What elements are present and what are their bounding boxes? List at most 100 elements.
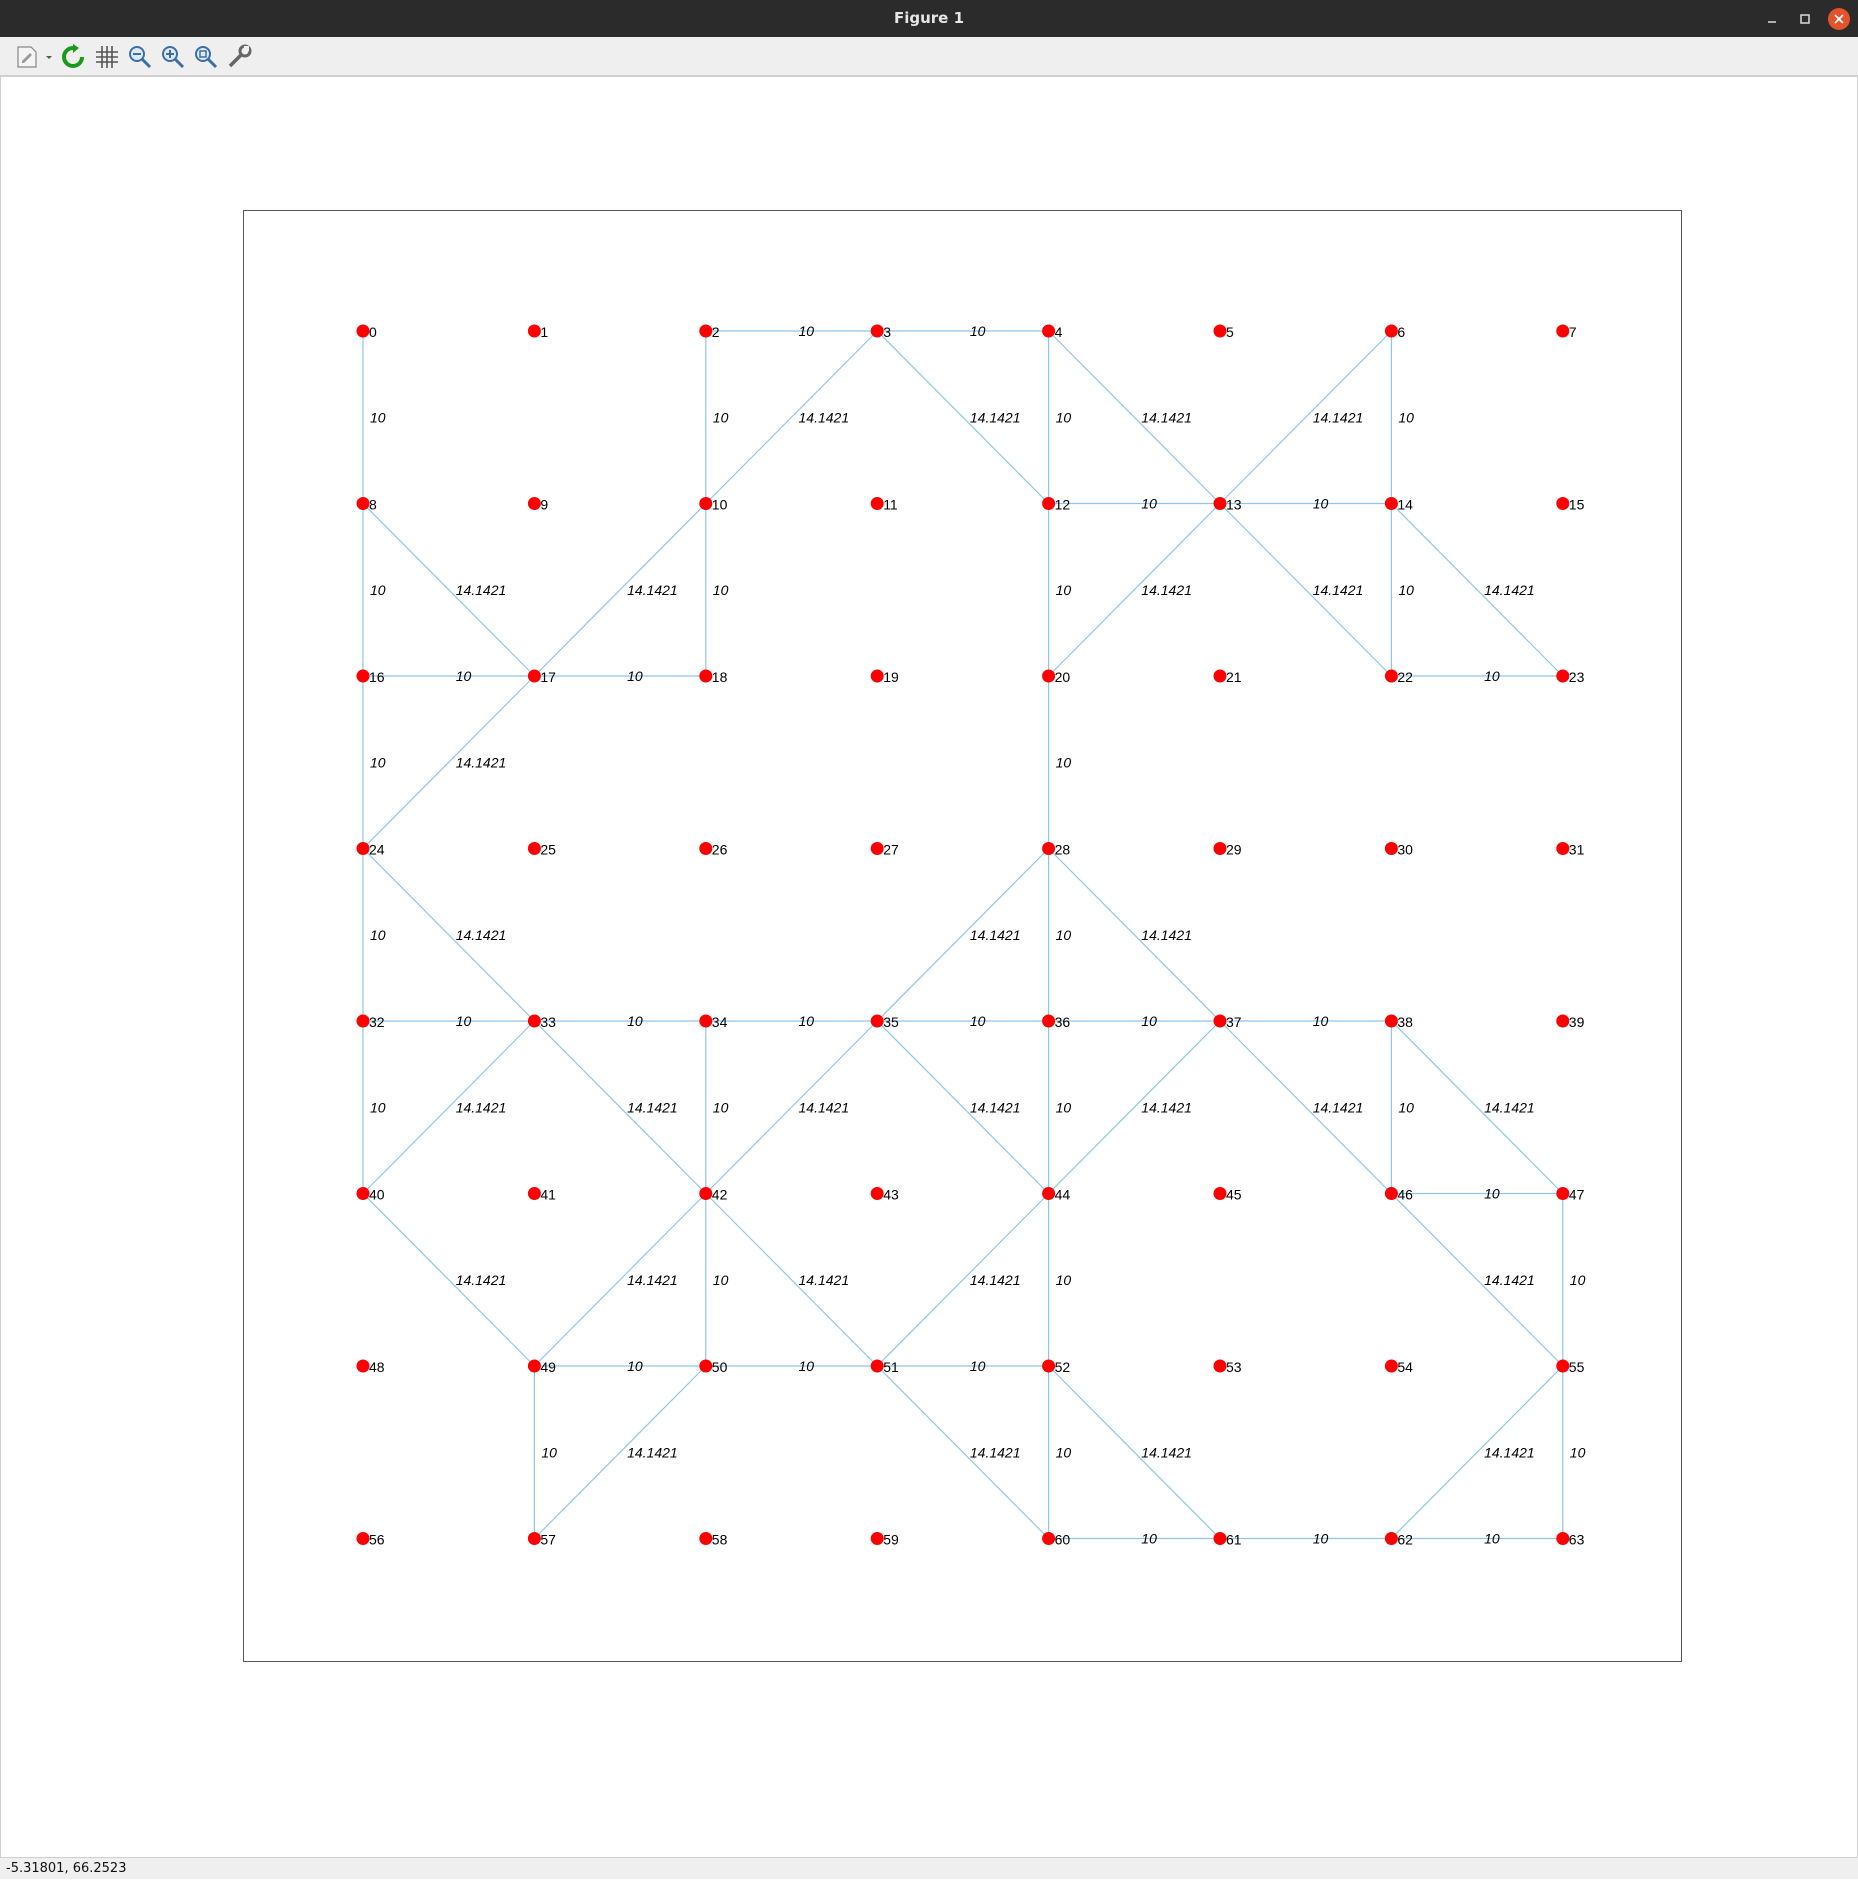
edge-weight-label: 14.1421 — [627, 1444, 678, 1460]
node-label: 13 — [1226, 497, 1242, 513]
node-31 — [1556, 842, 1570, 855]
refresh-button[interactable] — [60, 44, 86, 70]
node-label: 5 — [1226, 324, 1234, 340]
node-label: 46 — [1397, 1187, 1413, 1203]
node-label: 26 — [712, 842, 728, 858]
node-18 — [699, 669, 713, 683]
node-label: 56 — [369, 1532, 385, 1548]
edge-weight-label: 10 — [627, 668, 643, 684]
edge-weight-label: 14.1421 — [1484, 582, 1535, 598]
node-label: 45 — [1226, 1187, 1242, 1203]
node-35 — [870, 1014, 884, 1028]
node-label: 3 — [883, 324, 891, 340]
edge-weight-label: 10 — [370, 409, 386, 425]
settings-button[interactable] — [226, 44, 252, 70]
new-figure-button[interactable] — [14, 44, 54, 70]
edge-weight-label: 10 — [1141, 1013, 1157, 1029]
node-label: 44 — [1055, 1187, 1071, 1203]
edge-weight-label: 10 — [1570, 1272, 1586, 1288]
zoom-out-icon — [129, 46, 152, 69]
edge-weight-label: 10 — [1056, 1272, 1072, 1288]
edge-weight-label: 14.1421 — [456, 1272, 507, 1288]
edge-weight-label: 10 — [627, 1358, 643, 1374]
toolbar — [0, 37, 1858, 77]
edge-weight-label: 10 — [1313, 1531, 1329, 1547]
node-label: 52 — [1055, 1359, 1071, 1375]
node-label: 17 — [540, 669, 556, 685]
node-label: 49 — [540, 1359, 556, 1375]
node-53 — [1213, 1359, 1227, 1373]
node-2 — [699, 324, 713, 338]
node-26 — [699, 842, 713, 855]
edge-weight-label: 14.1421 — [456, 1099, 507, 1115]
edge-weight-label: 10 — [970, 323, 986, 339]
node-41 — [527, 1187, 541, 1200]
node-label: 38 — [1397, 1014, 1413, 1030]
node-59 — [870, 1532, 884, 1545]
node-label: 33 — [540, 1014, 556, 1030]
node-label: 31 — [1569, 842, 1585, 858]
graph-plot[interactable]: 10 1010 10 14.1421 14.1421 10 14.1421 14.1421 10… — [1, 77, 1857, 1857]
node-22 — [1384, 669, 1398, 683]
node-13 — [1213, 497, 1227, 510]
grid-button[interactable] — [94, 44, 120, 70]
node-label: 16 — [369, 669, 385, 685]
edge-weight-label: 14.1421 — [1484, 1444, 1535, 1460]
node-label: 18 — [712, 669, 728, 685]
node-60 — [1042, 1532, 1056, 1545]
node-50 — [699, 1359, 713, 1373]
zoom-out-button[interactable] — [127, 44, 153, 70]
node-56 — [356, 1532, 370, 1545]
node-label: 57 — [540, 1532, 556, 1548]
edge-weight-label: 14.1421 — [456, 927, 507, 943]
node-58 — [699, 1532, 713, 1545]
refresh-icon — [62, 44, 84, 68]
edge-weight-label: 14.1421 — [1141, 1099, 1192, 1115]
node-label: 6 — [1397, 324, 1405, 340]
close-button[interactable] — [1828, 8, 1850, 30]
edge-weight-label: 10 — [1484, 1186, 1500, 1202]
node-label: 10 — [712, 497, 728, 513]
node-17 — [527, 669, 541, 683]
cursor-coordinates: -5.31801, 66.2523 — [6, 1861, 127, 1876]
edge-weight-label: 14.1421 — [1141, 582, 1192, 598]
node-label: 0 — [369, 324, 377, 340]
node-57 — [527, 1532, 541, 1545]
close-icon — [1834, 14, 1844, 24]
edge-weight-label: 10 — [1484, 1531, 1500, 1547]
edge-weight-label: 14.1421 — [456, 582, 507, 598]
edge-weight-label: 10 — [713, 1099, 729, 1115]
maximize-button[interactable] — [1794, 8, 1816, 30]
node-54 — [1384, 1359, 1398, 1373]
node-4 — [1042, 324, 1056, 338]
node-label: 1 — [540, 324, 548, 340]
node-19 — [870, 669, 884, 683]
edge-weight-label: 10 — [1570, 1444, 1586, 1460]
minimize-button[interactable] — [1761, 8, 1783, 30]
node-label: 41 — [540, 1187, 556, 1203]
node-label: 22 — [1397, 669, 1413, 685]
zoom-fit-button[interactable] — [193, 44, 219, 70]
zoom-in-button[interactable] — [160, 44, 186, 70]
figure-canvas[interactable]: 10 10 10 10 14.1421 14.1421 10 14.1421 14.1421 10… — [0, 77, 1858, 1857]
node-label: 24 — [369, 842, 385, 858]
node-8 — [356, 497, 370, 510]
node-34 — [699, 1014, 713, 1028]
node-44 — [1042, 1187, 1056, 1200]
node-48 — [356, 1359, 370, 1373]
node-37 — [1213, 1014, 1227, 1028]
node-label: 62 — [1397, 1532, 1413, 1548]
node-42 — [699, 1187, 713, 1200]
edge-weight-label: 14.1421 — [627, 582, 678, 598]
edge-weight-label: 14.1421 — [970, 927, 1021, 943]
edge-weight-label: 10 — [799, 1358, 815, 1374]
node-label: 48 — [369, 1359, 385, 1375]
node-label: 36 — [1055, 1014, 1071, 1030]
node-49 — [527, 1359, 541, 1373]
window-titlebar: Figure 1 — [0, 0, 1858, 37]
node-45 — [1213, 1187, 1227, 1200]
node-23 — [1556, 669, 1570, 683]
node-label: 55 — [1569, 1359, 1585, 1375]
node-label: 29 — [1226, 842, 1242, 858]
node-36 — [1042, 1014, 1056, 1028]
